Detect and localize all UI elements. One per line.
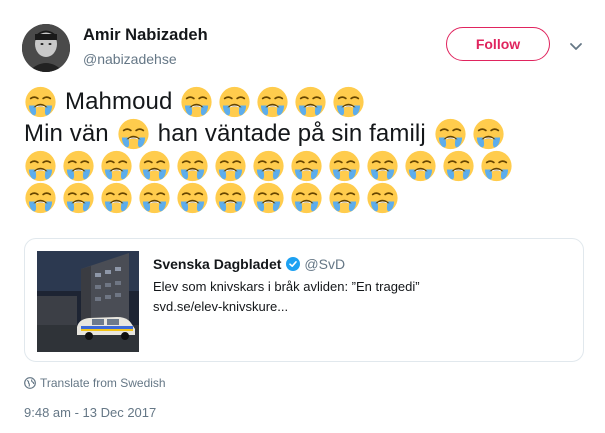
loudly-crying-face-emoji-icon [290, 150, 323, 182]
translate-label[interactable]: Translate from Swedish [40, 376, 166, 390]
loudly-crying-face-emoji-icon [328, 150, 361, 182]
avatar[interactable] [22, 24, 70, 72]
loudly-crying-face-emoji-icon [62, 150, 95, 182]
tweet-line-1: Mahmoud [24, 86, 584, 118]
chevron-down-icon[interactable] [569, 39, 583, 50]
card-source-handle: @SvD [304, 256, 346, 272]
card-source-name: Svenska Dagbladet [153, 256, 282, 272]
loudly-crying-face-emoji-icon [138, 150, 171, 182]
loudly-crying-face-emoji-icon [176, 150, 209, 182]
loudly-crying-face-emoji-icon [252, 150, 285, 182]
tweet-word: han väntade på sin familj [157, 120, 426, 147]
card-body: Svenska Dagbladet @SvD Elev som knivskar… [153, 256, 573, 314]
card-title: Elev som knivskars i bråk avliden: ”En t… [153, 279, 420, 294]
loudly-crying-face-emoji-icon [256, 86, 289, 118]
quoted-link-card[interactable]: Svenska Dagbladet @SvD Elev som knivskar… [24, 238, 584, 362]
loudly-crying-face-emoji-icon [176, 182, 209, 214]
loudly-crying-face-emoji-icon [214, 182, 247, 214]
tweet-line-4 [24, 182, 584, 214]
loudly-crying-face-emoji-icon [404, 150, 437, 182]
tweet-header: Amir Nabizadeh @nabizadehse Follow [20, 17, 590, 77]
tweet-word: Mahmoud [65, 88, 173, 115]
loudly-crying-face-emoji-icon [366, 150, 399, 182]
loudly-crying-face-emoji-icon [294, 86, 327, 118]
loudly-crying-face-emoji-icon [218, 86, 251, 118]
loudly-crying-face-emoji-icon [472, 118, 505, 150]
tweet-line-2: Min vän han väntade på sin familj [24, 118, 584, 150]
loudly-crying-face-emoji-icon [252, 182, 285, 214]
tweet-line-3 [24, 150, 584, 182]
card-url: svd.se/elev-knivskure... [153, 299, 289, 314]
tweet-text: Mahmoud Min vän han väntade på sin famil… [24, 86, 584, 214]
loudly-crying-face-emoji-icon [100, 150, 133, 182]
loudly-crying-face-emoji-icon [290, 182, 323, 214]
loudly-crying-face-emoji-icon [62, 182, 95, 214]
loudly-crying-face-emoji-icon [434, 118, 467, 150]
loudly-crying-face-emoji-icon [24, 182, 57, 214]
loudly-crying-face-emoji-icon [180, 86, 213, 118]
loudly-crying-face-emoji-icon [100, 182, 133, 214]
translate-link[interactable]: Translate from Swedish [24, 376, 166, 390]
loudly-crying-face-emoji-icon [366, 182, 399, 214]
verified-badge-icon [286, 257, 301, 271]
follow-button[interactable]: Follow [446, 27, 550, 61]
globe-icon [24, 377, 36, 389]
loudly-crying-face-emoji-icon [332, 86, 365, 118]
card-source: Svenska Dagbladet @SvD [153, 256, 573, 272]
author-name[interactable]: Amir Nabizadeh [83, 26, 208, 45]
loudly-crying-face-emoji-icon [24, 86, 57, 118]
loudly-crying-face-emoji-icon [480, 150, 513, 182]
card-thumbnail [37, 251, 139, 352]
tweet-timestamp[interactable]: 9:48 am - 13 Dec 2017 [24, 405, 156, 420]
loudly-crying-face-emoji-icon [328, 182, 361, 214]
loudly-crying-face-emoji-icon [214, 150, 247, 182]
tweet-word: Min vän [24, 120, 109, 147]
author-handle[interactable]: @nabizadehse [83, 51, 177, 67]
loudly-crying-face-emoji-icon [442, 150, 475, 182]
loudly-crying-face-emoji-icon [24, 150, 57, 182]
loudly-crying-face-emoji-icon [117, 118, 150, 150]
loudly-crying-face-emoji-icon [138, 182, 171, 214]
